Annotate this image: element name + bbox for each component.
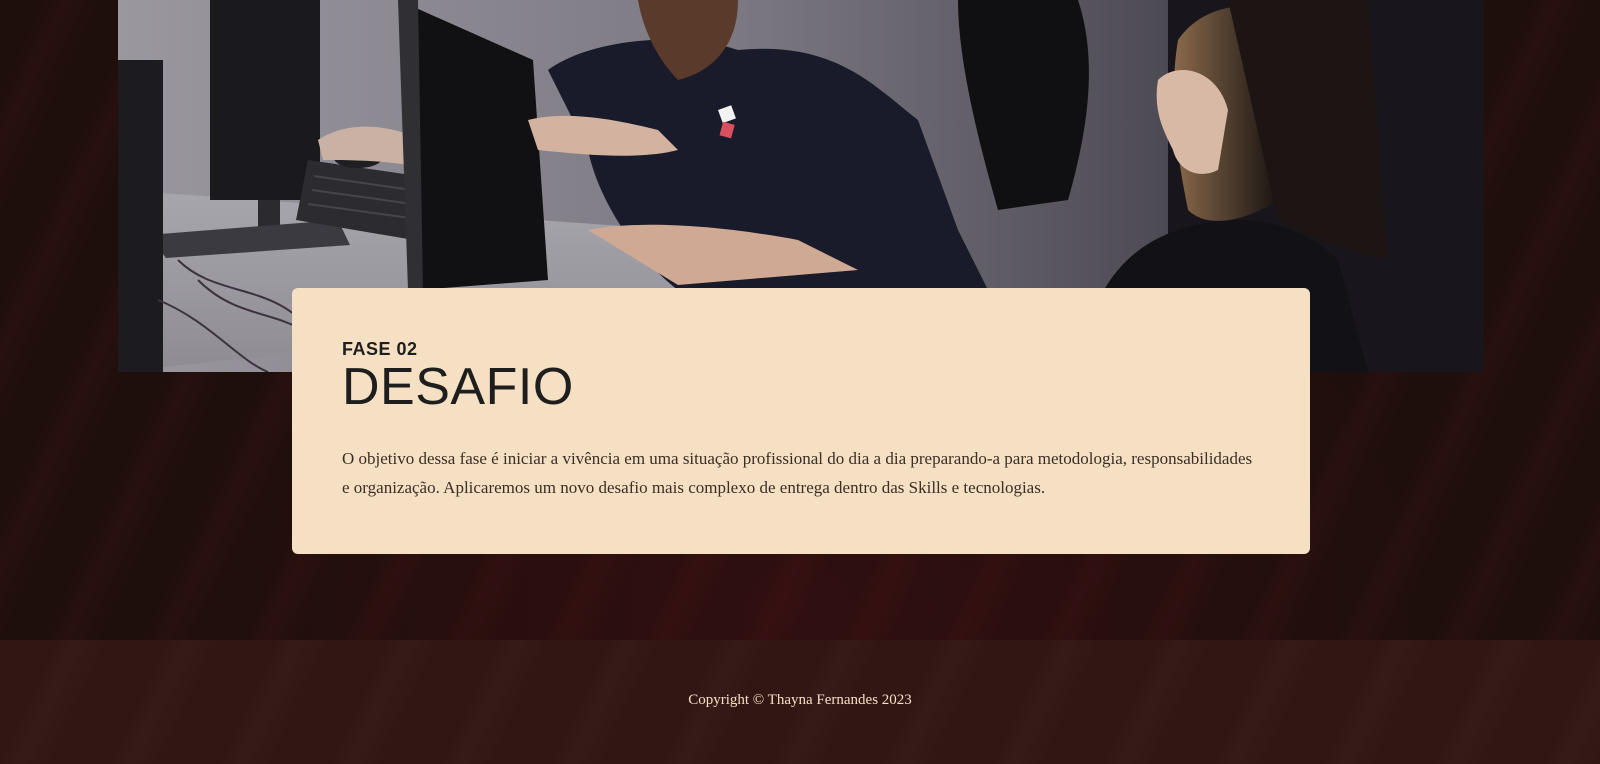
phase-card: FASE 02 DESAFIO O objetivo dessa fase é … <box>292 288 1310 554</box>
footer: Copyright © Thayna Fernandes 2023 <box>0 640 1600 764</box>
phase-label: FASE 02 <box>342 339 418 359</box>
copyright-text: Copyright © Thayna Fernandes 2023 <box>688 692 912 708</box>
phase-description: O objetivo dessa fase é iniciar a vivênc… <box>342 449 1253 497</box>
phase-title: DESAFIO <box>342 358 574 416</box>
